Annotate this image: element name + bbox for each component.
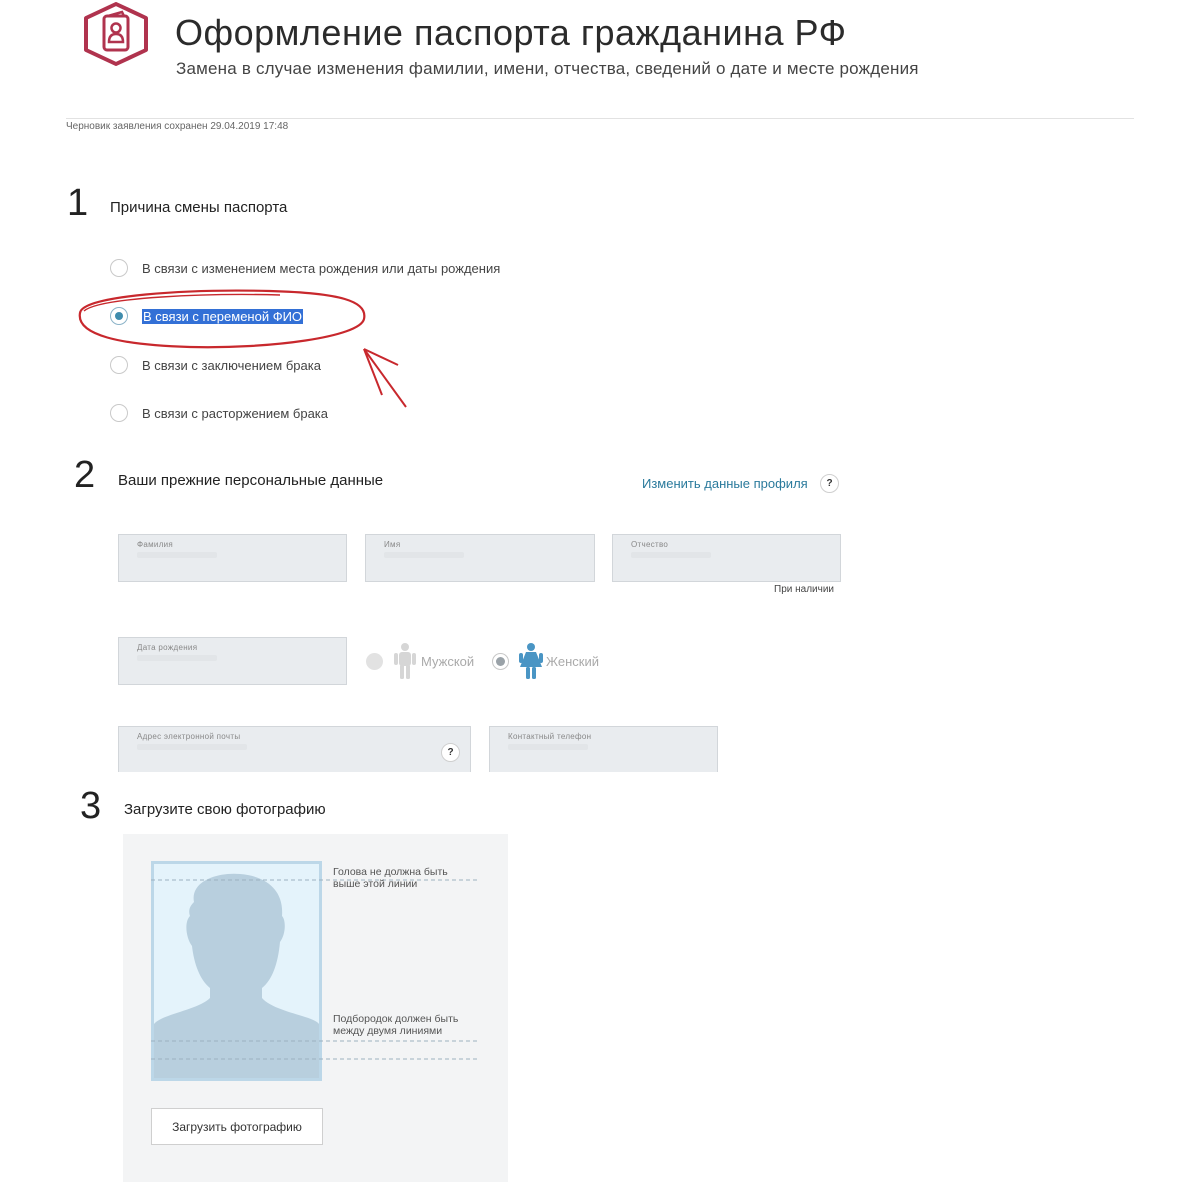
email-help-icon[interactable]: ? xyxy=(441,743,460,762)
redacted-value xyxy=(137,552,217,558)
middle-name-hint: При наличии xyxy=(774,584,834,595)
radio-button[interactable] xyxy=(366,652,383,670)
last-name-field[interactable]: Фамилия xyxy=(118,534,347,582)
redacted-value xyxy=(137,744,247,750)
first-name-field[interactable]: Имя xyxy=(365,534,595,582)
step-3-number: 3 xyxy=(80,785,102,827)
step-2-title: Ваши прежние персональные данные xyxy=(118,472,384,489)
female-figure-icon xyxy=(519,643,543,679)
upload-photo-button[interactable]: Загрузить фотографию xyxy=(151,1108,323,1145)
annotation-highlight xyxy=(78,289,407,408)
passport-logo-icon xyxy=(84,2,148,66)
step-1-number: 1 xyxy=(67,182,89,224)
radio-button[interactable] xyxy=(110,259,128,277)
page-subtitle: Замена в случае изменения фамилии, имени… xyxy=(176,59,919,78)
edit-profile-link[interactable]: Изменить данные профиля xyxy=(642,476,808,491)
step-3-title: Загрузите свою фотографию xyxy=(124,801,326,818)
page-title: Оформление паспорта гражданина РФ xyxy=(175,12,847,53)
female-label: Женский xyxy=(546,653,599,669)
help-icon[interactable]: ? xyxy=(820,474,839,493)
middle-name-label: Отчество xyxy=(631,540,669,549)
redacted-value xyxy=(508,744,588,750)
redacted-value xyxy=(631,552,711,558)
gender-option-male[interactable]: Мужской xyxy=(366,642,474,680)
redacted-value xyxy=(137,655,217,661)
guide-lines xyxy=(151,879,477,1060)
reason-option-birth-change[interactable]: В связи с изменением места рождения или … xyxy=(110,257,500,279)
step-1-title: Причина смены паспорта xyxy=(110,199,288,216)
male-label: Мужской xyxy=(421,653,475,669)
email-label: Адрес электронной почты xyxy=(137,732,241,741)
middle-name-field[interactable]: Отчество xyxy=(612,534,841,582)
birth-date-label: Дата рождения xyxy=(137,643,198,652)
head-line-note: Голова не должна быть выше этой линии xyxy=(333,866,448,890)
gender-option-female[interactable]: Женский xyxy=(492,642,599,680)
radio-label: В связи с изменением места рождения или … xyxy=(142,260,501,276)
chin-line-note: Подбородок должен быть между двумя линия… xyxy=(333,1013,459,1037)
draft-status: Черновик заявления сохранен 29.04.2019 1… xyxy=(66,121,289,132)
birth-date-field[interactable]: Дата рождения xyxy=(118,637,347,685)
first-name-label: Имя xyxy=(384,540,401,549)
header-divider xyxy=(66,118,1134,119)
redacted-value xyxy=(384,552,464,558)
email-field[interactable]: Адрес электронной почты ? xyxy=(118,726,471,772)
male-figure-icon xyxy=(394,643,416,679)
step-2-number: 2 xyxy=(74,454,96,496)
phone-label: Контактный телефон xyxy=(508,732,592,741)
phone-field[interactable]: Контактный телефон xyxy=(489,726,718,772)
last-name-label: Фамилия xyxy=(137,540,174,549)
radio-button-checked[interactable] xyxy=(492,652,509,670)
